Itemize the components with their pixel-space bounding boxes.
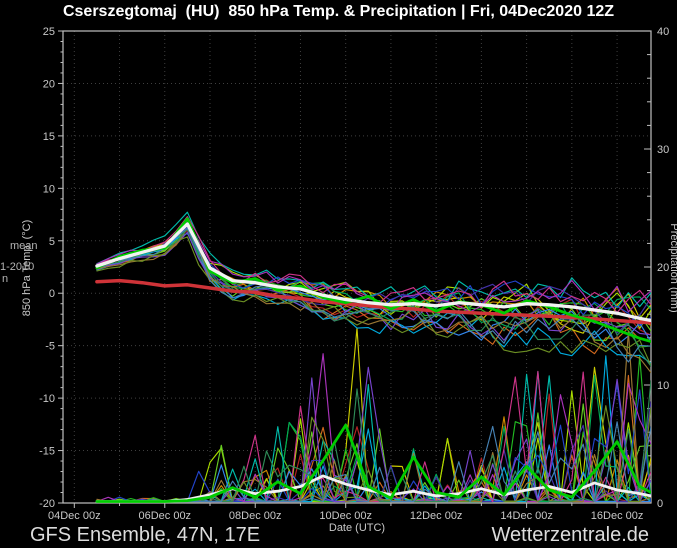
svg-text:5: 5 bbox=[49, 236, 55, 248]
meteogram-page: { "chart_data": { "type": "line", "title… bbox=[0, 0, 677, 548]
chart-canvas: 25 20 15 10 5 0 -5 -10 -15 -20 40 30 20 10 0 04Dec 00z 0… bbox=[0, 0, 677, 548]
legend-fragment-climate: 1-2010 bbox=[0, 262, 34, 273]
svg-text:-20: -20 bbox=[39, 498, 55, 510]
svg-text:10: 10 bbox=[43, 183, 55, 195]
legend-fragment-n: n bbox=[2, 274, 8, 285]
svg-text:40: 40 bbox=[657, 26, 669, 38]
svg-text:20: 20 bbox=[657, 262, 669, 274]
footer-brand-label: Wetterzentrale.de bbox=[492, 524, 650, 547]
svg-text:20: 20 bbox=[43, 78, 55, 90]
footer-model-label: GFS Ensemble, 47N, 17E bbox=[30, 524, 260, 547]
svg-text:25: 25 bbox=[43, 26, 55, 38]
svg-text:04Dec 00z: 04Dec 00z bbox=[48, 510, 101, 522]
svg-text:10: 10 bbox=[657, 380, 669, 392]
svg-text:06Dec 00z: 06Dec 00z bbox=[138, 510, 191, 522]
svg-text:-5: -5 bbox=[45, 341, 55, 353]
svg-text:Precipitation (mm): Precipitation (mm) bbox=[668, 223, 677, 312]
svg-text:10Dec 00z: 10Dec 00z bbox=[319, 510, 372, 522]
svg-text:14Dec 00z: 14Dec 00z bbox=[500, 510, 553, 522]
svg-text:15: 15 bbox=[43, 131, 55, 143]
svg-text:08Dec 00z: 08Dec 00z bbox=[229, 510, 282, 522]
legend-fragment-mean: mean bbox=[10, 241, 38, 252]
svg-text:-10: -10 bbox=[39, 393, 55, 405]
svg-text:12Dec 00z: 12Dec 00z bbox=[410, 510, 463, 522]
svg-text:0: 0 bbox=[657, 498, 663, 510]
svg-text:30: 30 bbox=[657, 144, 669, 156]
svg-text:0: 0 bbox=[49, 288, 55, 300]
svg-text:-15: -15 bbox=[39, 446, 55, 458]
svg-text:16Dec 00z: 16Dec 00z bbox=[591, 510, 644, 522]
